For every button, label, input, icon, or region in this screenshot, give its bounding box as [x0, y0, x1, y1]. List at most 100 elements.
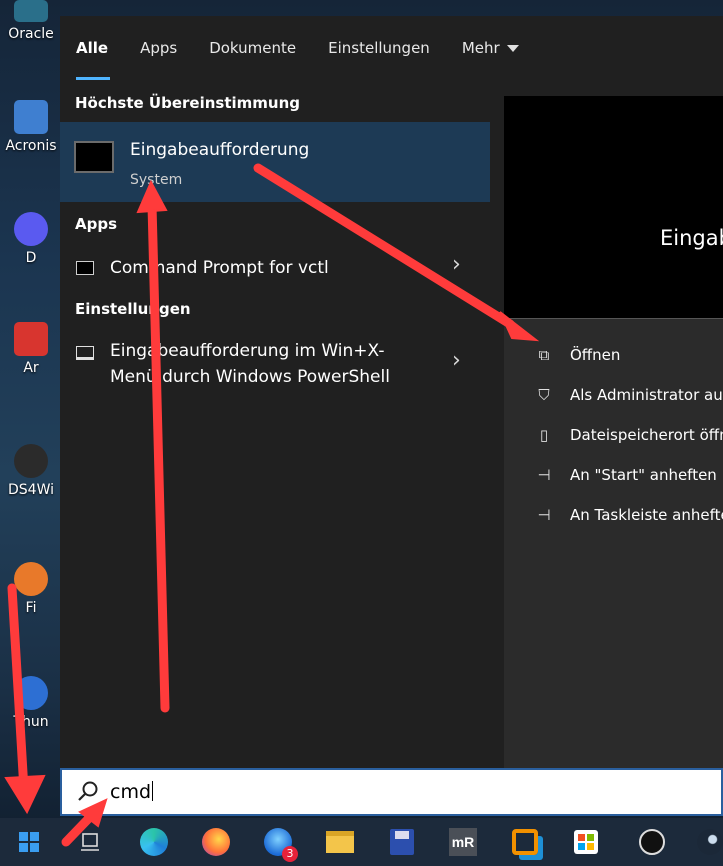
desktop-icon-oracle[interactable]: Oracle: [0, 0, 62, 42]
best-match-title: Eingabeaufforderung: [130, 140, 310, 160]
desktop-icon-label: DS4Wi: [8, 482, 54, 498]
save-disk-icon: [390, 829, 414, 855]
app-shortcut-icon: [14, 322, 48, 356]
pin-icon: ⊣: [537, 506, 551, 524]
taskbar-vmware[interactable]: [507, 824, 543, 860]
start-icon: [19, 832, 39, 852]
vmware-icon: [512, 829, 538, 855]
result-label-line1: Eingabeaufforderung im Win+X-: [110, 341, 385, 361]
action-open-file-location[interactable]: ▯ Dateispeicherort öffne: [534, 426, 723, 444]
taskbar-edge[interactable]: [136, 824, 172, 860]
tab-label: Einstellungen: [328, 39, 430, 57]
cmd-console-icon: [74, 141, 114, 173]
search-input[interactable]: cmd: [60, 768, 723, 816]
app-icon: [639, 829, 665, 855]
preview-title: Eingab: [660, 226, 723, 250]
desktop-icon-label: Acronis: [5, 138, 57, 154]
start-button[interactable]: [11, 824, 47, 860]
folder-icon: ▯: [539, 426, 549, 444]
result-command-prompt-vctl[interactable]: Command Prompt for vctl ›: [60, 252, 490, 284]
tab-label: Mehr: [461, 39, 500, 57]
task-view-button[interactable]: [72, 824, 108, 860]
result-label-line2: Menü durch Windows PowerShell: [110, 367, 390, 387]
chevron-right-icon[interactable]: ›: [452, 348, 461, 373]
best-match-heading: Höchste Übereinstimmung: [75, 94, 300, 112]
app-shortcut-icon: [14, 562, 48, 596]
settings-heading: Einstellungen: [75, 300, 191, 318]
taskbar-file-explorer[interactable]: [322, 824, 358, 860]
start-search-panel: Alle Apps Dokumente Einstellungen Mehr H…: [60, 16, 723, 768]
text-cursor: [152, 781, 154, 801]
tab-label: Dokumente: [209, 39, 297, 57]
oracle-icon: [14, 0, 48, 22]
desktop-icon-label: Oracle: [8, 26, 54, 42]
action-pin-to-taskbar[interactable]: ⊣ An Taskleiste anhefter: [534, 506, 723, 524]
action-run-as-admin[interactable]: ⛉ Als Administrator aus: [534, 386, 723, 404]
divider: [504, 318, 723, 319]
action-label: Als Administrator aus: [570, 386, 723, 404]
desktop-icon-ds4windows[interactable]: DS4Wi: [0, 444, 62, 498]
notification-badge: 3: [282, 846, 298, 862]
desktop-icon-label: Ar: [23, 360, 39, 376]
open-icon: ⧉: [538, 346, 550, 364]
result-settings-winx[interactable]: Eingabeaufforderung im Win+X- Menü durch…: [60, 336, 490, 396]
taskbar-mremoteng[interactable]: mR: [445, 824, 481, 860]
preview-header: Eingab: [504, 96, 723, 318]
acronis-icon: [14, 100, 48, 134]
edge-icon: [140, 828, 168, 856]
store-icon: [574, 830, 598, 854]
desktop-icon-fi[interactable]: Fi: [0, 562, 62, 616]
desktop-icon-ar[interactable]: Ar: [0, 322, 62, 376]
action-pin-to-start[interactable]: ⊣ An "Start" anheften: [534, 466, 717, 484]
tab-alle[interactable]: Alle: [60, 16, 124, 80]
taskbar-app[interactable]: [634, 824, 670, 860]
desktop-icon-d[interactable]: D: [0, 212, 62, 266]
desktop-icon-acronis[interactable]: Acronis: [0, 100, 62, 154]
preview-pane: Eingab ⧉ Öffnen ⛉ Als Administrator aus ▯ D…: [504, 96, 723, 768]
tab-apps[interactable]: Apps: [124, 16, 193, 80]
action-label: An "Start" anheften: [570, 466, 717, 484]
desktop-icon-label: Thun: [13, 714, 49, 730]
task-view-icon: [81, 833, 99, 851]
search-tab-bar: Alle Apps Dokumente Einstellungen Mehr: [60, 16, 723, 80]
file-explorer-icon: [326, 831, 354, 853]
laptop-icon: [76, 346, 94, 360]
console-icon: [76, 261, 94, 275]
desktop-icon-thunderbird[interactable]: Thun: [0, 676, 62, 730]
taskbar-store[interactable]: [568, 824, 604, 860]
tab-dokumente[interactable]: Dokumente: [193, 16, 312, 80]
taskbar: 3 mR: [0, 818, 723, 866]
app-shortcut-icon: [14, 212, 48, 246]
result-label: Command Prompt for vctl: [110, 258, 329, 278]
taskbar-firefox[interactable]: [198, 824, 234, 860]
search-icon: [78, 781, 98, 801]
best-match-result[interactable]: Eingabeaufforderung System: [60, 122, 490, 202]
steam-icon: [697, 829, 723, 855]
pin-icon: ⊣: [537, 466, 551, 484]
tab-mehr[interactable]: Mehr: [446, 16, 535, 80]
firefox-icon: [202, 828, 230, 856]
search-query: cmd: [110, 781, 154, 803]
taskbar-thunderbird[interactable]: 3: [260, 824, 298, 862]
tab-label: Apps: [140, 39, 178, 57]
thunderbird-icon: [14, 676, 48, 710]
mremoteng-icon: mR: [449, 828, 477, 856]
desktop-icon-label: Fi: [25, 600, 37, 616]
best-match-subtitle: System: [130, 172, 183, 188]
thunderbird-icon: 3: [264, 828, 298, 862]
action-label: Öffnen: [570, 346, 621, 364]
action-label: Dateispeicherort öffne: [570, 426, 723, 444]
results-list: Höchste Übereinstimmung Eingabeaufforder…: [60, 80, 490, 768]
desktop-icon-label: D: [25, 250, 37, 266]
taskbar-save-app[interactable]: [384, 824, 420, 860]
apps-heading: Apps: [75, 215, 118, 233]
action-open[interactable]: ⧉ Öffnen: [534, 346, 621, 364]
chevron-right-icon[interactable]: ›: [452, 252, 461, 277]
chevron-down-icon: [506, 45, 519, 52]
action-label: An Taskleiste anhefter: [570, 506, 723, 524]
shield-icon: ⛉: [538, 386, 550, 404]
tab-einstellungen[interactable]: Einstellungen: [312, 16, 446, 80]
search-value: cmd: [110, 781, 152, 803]
tab-label: Alle: [76, 39, 109, 57]
taskbar-steam[interactable]: [692, 824, 723, 860]
